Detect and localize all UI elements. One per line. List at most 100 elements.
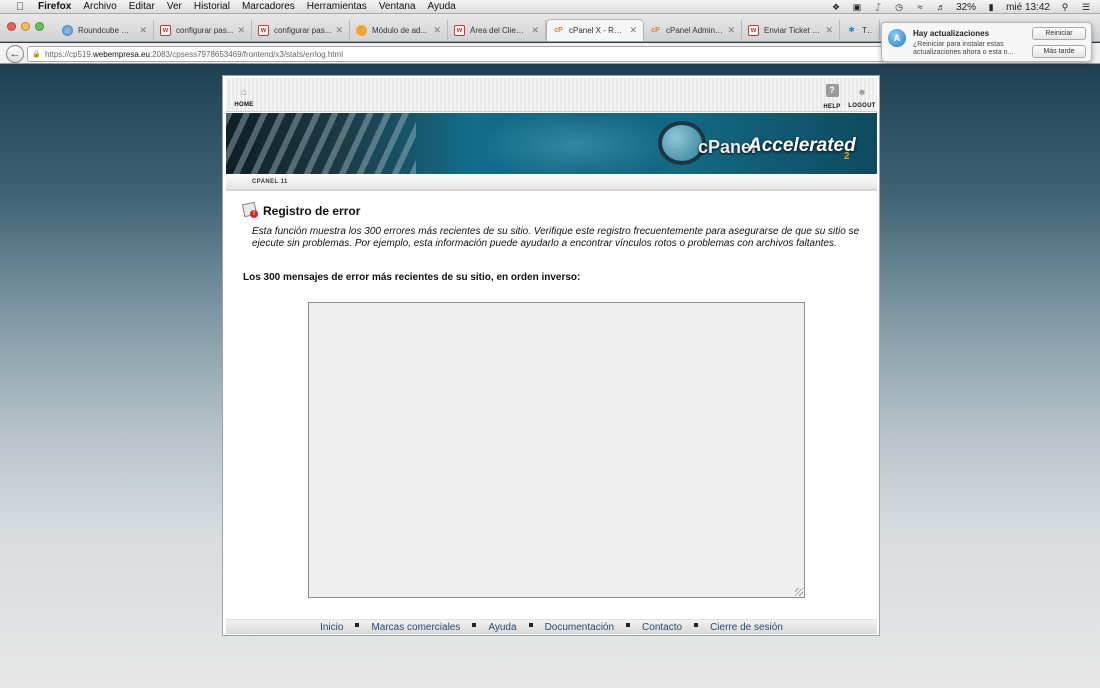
tab-joomla[interactable]: ✻ TIE [840, 20, 880, 40]
dropbox-icon[interactable]: ❖ [830, 2, 842, 12]
network-cables-image [226, 113, 416, 174]
home-link[interactable]: ⌂ HOME [232, 88, 256, 109]
tab-label: Módulo de ad... [372, 25, 428, 35]
footer-link-marcas[interactable]: Marcas comerciales [371, 622, 460, 633]
menu-herramientas[interactable]: Herramientas [307, 1, 367, 12]
footer-link-ayuda[interactable]: Ayuda [488, 622, 516, 633]
tab-label: cPanel X - Regi... [569, 26, 626, 35]
help-icon: ? [825, 84, 839, 97]
url-path: :2083/cpsess7978653469/frontend/x3/stats… [149, 49, 343, 59]
menu-app-firefox[interactable]: Firefox [38, 1, 71, 12]
menu-archivo[interactable]: Archivo [83, 1, 116, 12]
log-section-heading: Los 300 mensajes de error más recientes … [243, 272, 581, 283]
footer-separator [694, 623, 699, 627]
close-tab-icon[interactable]: ✕ [335, 25, 343, 36]
close-window-button[interactable] [7, 22, 16, 31]
logo-accelerated-text: Accelerated [748, 135, 856, 156]
roundcube-icon [62, 24, 73, 36]
cpanel-icon: cP [554, 27, 563, 34]
resize-grip-icon[interactable] [795, 588, 803, 596]
tab-cpanel-admin[interactable]: cP cPanel Adminis... ✕ [644, 20, 742, 40]
zoom-window-button[interactable] [35, 22, 44, 31]
back-button[interactable]: ← [6, 45, 24, 63]
webempresa-icon: w [748, 24, 759, 36]
close-tab-icon[interactable]: ✕ [531, 25, 539, 36]
spotlight-search-icon[interactable]: ⚲ [1059, 2, 1071, 12]
menu-ver[interactable]: Ver [167, 1, 182, 12]
tab-area-cliente[interactable]: w Área del Client... ✕ [448, 20, 546, 40]
menu-editar[interactable]: Editar [129, 1, 155, 12]
footer-link-cierre-sesion[interactable]: Cierre de sesión [710, 622, 783, 633]
window-controls [7, 22, 44, 31]
wifi-icon[interactable]: ≈ [914, 2, 926, 12]
minimize-window-button[interactable] [21, 22, 30, 31]
main-content: ! Registro de error Esta función muestra… [226, 196, 877, 616]
tab-configurar-1[interactable]: w configurar pas... ✕ [154, 20, 252, 40]
footer-separator [626, 623, 631, 627]
error-log-icon: ! [241, 201, 259, 219]
user-icon: ☻ [857, 87, 867, 97]
module-icon [356, 24, 367, 36]
time-machine-icon[interactable]: ◷ [893, 2, 905, 12]
update-notification: A Hay actualizaciones ¿Reiniciar para in… [881, 22, 1092, 62]
volume-icon[interactable]: ♬ [935, 2, 947, 12]
joomla-icon: ✻ [848, 27, 855, 34]
back-arrow-icon: ← [9, 48, 21, 60]
footer-separator [355, 623, 360, 627]
cpanel-version-label: CPANEL 11 [252, 179, 288, 185]
menu-marcadores[interactable]: Marcadores [242, 1, 295, 12]
restart-button[interactable]: Reiniciar [1032, 27, 1086, 40]
help-link[interactable]: ? HELP [822, 84, 842, 111]
close-tab-icon[interactable]: ✕ [825, 25, 833, 36]
close-tab-icon[interactable]: ✕ [727, 25, 735, 36]
bluetooth-icon[interactable]: ᛢ [872, 2, 884, 12]
webempresa-icon: w [160, 24, 171, 36]
menu-ayuda[interactable]: Ayuda [428, 1, 456, 12]
app-store-icon: A [888, 29, 906, 47]
page-title: Registro de error [263, 203, 361, 218]
tab-enviar-ticket[interactable]: w Enviar Ticket d... ✕ [742, 20, 840, 40]
notification-title: Hay actualizaciones [913, 29, 990, 38]
error-log-textarea[interactable] [308, 302, 805, 598]
footer-link-documentacion[interactable]: Documentación [545, 622, 614, 633]
cpanel-version-bar: CPANEL 11 [226, 175, 877, 191]
apple-menu-icon[interactable]:  [12, 1, 28, 13]
page-title-row: ! Registro de error [241, 201, 361, 219]
webempresa-icon: w [258, 24, 269, 36]
app-status-icon[interactable]: ▣ [851, 2, 863, 12]
battery-percent[interactable]: 32% [956, 2, 976, 13]
tab-label: Área del Client... [470, 25, 528, 35]
logout-label: LOGOUT [848, 103, 876, 109]
tab-cpanel-registro[interactable]: cP cPanel X - Regi... ✕ [546, 19, 644, 41]
cpanel-banner: cPanel Accelerated 2 [226, 113, 877, 174]
tab-configurar-2[interactable]: w configurar pas... ✕ [252, 20, 350, 40]
logout-link[interactable]: ☻ LOGOUT [848, 88, 876, 110]
tab-roundcube[interactable]: Roundcube We... ✕ [56, 20, 154, 40]
footer-link-inicio[interactable]: Inicio [320, 622, 343, 633]
cpanel-accelerated-logo: cPanel Accelerated 2 [656, 119, 876, 169]
close-tab-icon[interactable]: ✕ [629, 25, 637, 36]
battery-icon[interactable]: ▮ [985, 2, 997, 12]
cpanel-top-nav: ⌂ HOME ? HELP ☻ LOGOUT [226, 78, 877, 112]
close-tab-icon[interactable]: ✕ [433, 25, 441, 36]
later-button[interactable]: Más tarde [1032, 45, 1086, 58]
tab-modulo[interactable]: Módulo de ad... ✕ [350, 20, 448, 40]
url-bar[interactable]: 🔒 https://cp519. webempresa.eu:2083/cpses… [27, 46, 887, 62]
footer-separator [472, 623, 477, 627]
tab-label: Roundcube We... [78, 25, 136, 35]
home-label: HOME [234, 102, 254, 108]
world-map-graphic [476, 113, 676, 174]
menu-ventana[interactable]: Ventana [379, 1, 416, 12]
menubar-status-area: ❖ ▣ ᛢ ◷ ≈ ♬ 32% ▮ mié 13:42 ⚲ ☰ [830, 0, 1092, 14]
help-label: HELP [823, 104, 841, 110]
cpanel-icon: cP [651, 26, 660, 34]
clock[interactable]: mié 13:42 [1006, 2, 1050, 13]
tab-strip: Roundcube We... ✕ w configurar pas... ✕ … [56, 19, 880, 42]
close-tab-icon[interactable]: ✕ [237, 25, 245, 36]
notification-center-icon[interactable]: ☰ [1080, 2, 1092, 12]
logo-version-subscript: 2 [844, 151, 850, 162]
menu-historial[interactable]: Historial [194, 1, 230, 12]
footer-link-contacto[interactable]: Contacto [642, 622, 682, 633]
close-tab-icon[interactable]: ✕ [139, 25, 147, 36]
webempresa-icon: w [454, 24, 465, 36]
